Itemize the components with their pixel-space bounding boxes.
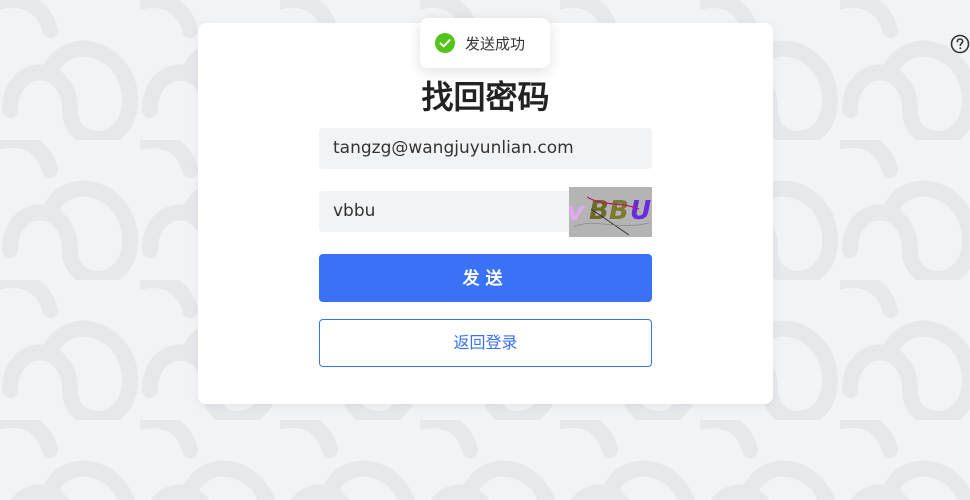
captcha-char-v: v xyxy=(569,197,585,227)
help-button[interactable] xyxy=(950,34,970,56)
captcha-char-b1: B xyxy=(589,196,609,226)
question-circle-icon xyxy=(950,34,970,54)
captcha-graphic: v B B U xyxy=(569,187,652,237)
captcha-image[interactable]: v B B U xyxy=(569,187,652,237)
email-field[interactable] xyxy=(319,128,652,169)
page-title: 找回密码 xyxy=(421,78,550,116)
reset-password-card: 找回密码 v B B U 发送 返回登录 xyxy=(198,23,773,404)
toast-message: 发送成功 xyxy=(465,34,526,53)
success-toast: 发送成功 xyxy=(420,18,550,68)
check-circle-icon xyxy=(435,33,455,53)
captcha-char-b2: B xyxy=(609,196,629,226)
back-to-login-button[interactable]: 返回登录 xyxy=(319,319,652,367)
send-button[interactable]: 发送 xyxy=(319,254,652,302)
captcha-input[interactable] xyxy=(319,191,569,232)
captcha-char-u: U xyxy=(630,196,651,226)
